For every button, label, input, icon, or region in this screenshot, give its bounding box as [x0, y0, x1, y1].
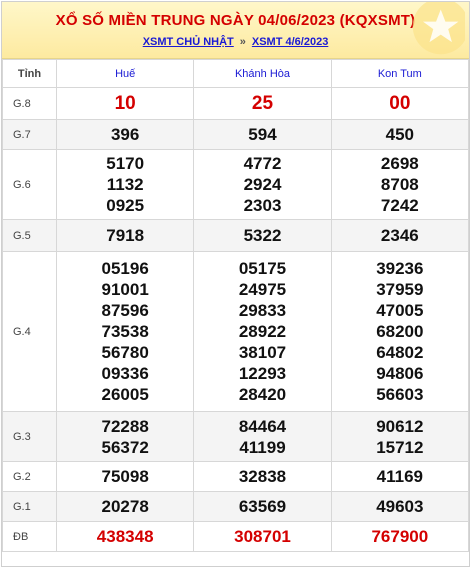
prize-label: G.5	[2, 219, 57, 252]
prize-value: 64802	[376, 343, 424, 362]
prize-value: 396	[110, 125, 140, 144]
prize-value: 00	[389, 92, 411, 114]
prize-row-g3: G.3 72288 56372 84464 41199 90612 15712	[2, 411, 470, 462]
prize-value: 05175	[238, 259, 287, 278]
prize-value: 25	[251, 92, 274, 114]
prize-label: G.1	[2, 491, 57, 522]
province-kon-tum[interactable]: Kon Tum	[330, 59, 470, 88]
results-panel: XỔ SỐ MIỀN TRUNG NGÀY 04/06/2023 (KQXSMT…	[1, 1, 470, 567]
prize-label: G.7	[2, 119, 57, 150]
page-title: XỔ SỐ MIỀN TRUNG NGÀY 04/06/2023 (KQXSMT…	[55, 12, 416, 29]
prize-row-g5: G.5 7918 5322 2346	[2, 219, 470, 252]
prize-value: 5322	[243, 226, 282, 245]
prize-value: 90612	[376, 416, 424, 436]
prize-value: 56780	[101, 343, 149, 362]
prize-value: 8708	[380, 175, 419, 194]
prize-row-g8: G.8 10 25 00	[2, 87, 470, 120]
prize-row-g2: G.2 75098 32838 41169	[2, 461, 470, 492]
prize-value: 7242	[380, 196, 419, 215]
province-khanh-hoa[interactable]: Khánh Hòa	[193, 59, 332, 88]
prize-row-g4: G.4 05196 91001 87596 73538 56780 09336 …	[2, 251, 470, 412]
prize-value: 20278	[101, 497, 149, 516]
table-header-row: Tỉnh Huế Khánh Hòa Kon Tum	[2, 59, 470, 88]
special-prize-value: 308701	[234, 526, 291, 546]
special-prize-value: 767900	[371, 526, 429, 546]
prize-value: 05196	[101, 259, 149, 278]
prize-value: 56372	[101, 437, 149, 457]
prize-value: 24975	[238, 280, 287, 299]
prize-value: 56603	[376, 385, 424, 404]
prize-value: 2698	[380, 154, 419, 173]
prize-row-g6: G.6 5170 1132 0925 4772 2924 2303 2698 8…	[2, 149, 470, 220]
prize-value: 7918	[106, 226, 145, 245]
prize-value: 39236	[376, 259, 424, 278]
prize-value: 12293	[238, 364, 287, 383]
prize-label: G.4	[2, 251, 57, 412]
prize-label: G.8	[2, 87, 57, 120]
prize-label: G.3	[2, 411, 57, 462]
link-xsmt-date[interactable]: XSMT 4/6/2023	[252, 36, 328, 48]
breadcrumb: XSMT CHỦ NHẬT » XSMT 4/6/2023	[2, 36, 469, 48]
prize-value: 4772	[243, 154, 282, 173]
prize-value: 73538	[101, 322, 149, 341]
prize-value: 32838	[238, 467, 287, 486]
prize-value: 68200	[376, 322, 424, 341]
prize-value: 72288	[101, 416, 149, 436]
results-table: Tỉnh Huế Khánh Hòa Kon Tum G.8 10 25 00 …	[2, 59, 470, 552]
prize-value: 63569	[238, 497, 287, 516]
prize-value: 26005	[101, 385, 149, 404]
prize-value: 15712	[376, 437, 424, 457]
prize-value: 2924	[243, 175, 282, 194]
prize-value: 94806	[376, 364, 424, 383]
prize-value: 28420	[238, 385, 287, 404]
results-header: XỔ SỐ MIỀN TRUNG NGÀY 04/06/2023 (KQXSMT…	[2, 2, 469, 59]
prize-value: 2346	[380, 226, 419, 245]
prize-value: 29833	[238, 301, 287, 320]
link-xsmt-chu-nhat[interactable]: XSMT CHỦ NHẬT	[143, 36, 234, 48]
prize-value: 38107	[238, 343, 287, 362]
special-prize-value: 438348	[96, 526, 154, 546]
prize-label: ĐB	[2, 521, 57, 552]
prize-value: 41199	[239, 437, 286, 457]
prize-label: G.6	[2, 149, 57, 220]
prize-value: 1132	[106, 175, 144, 194]
prize-value: 37959	[376, 280, 424, 299]
province-hue[interactable]: Huế	[55, 59, 195, 88]
prize-value: 41169	[376, 467, 423, 486]
column-header-province: Tỉnh	[2, 59, 57, 88]
prize-value: 75098	[101, 467, 149, 486]
prize-row-special: ĐB 438348 308701 767900	[2, 521, 470, 552]
prize-value: 28922	[238, 322, 287, 341]
prize-value: 10	[114, 92, 136, 114]
prize-value: 0925	[106, 196, 145, 215]
prize-row-g1: G.1 20278 63569 49603	[2, 491, 470, 522]
prize-value: 5170	[106, 154, 145, 173]
prize-value: 49603	[376, 497, 424, 516]
prize-value: 450	[385, 125, 415, 144]
prize-label: G.2	[2, 461, 57, 492]
prize-value: 84464	[238, 416, 287, 436]
prize-value: 91001	[101, 280, 149, 299]
star-icon	[412, 2, 465, 55]
prize-value: 47005	[376, 301, 424, 320]
prize-value: 594	[248, 125, 277, 144]
prize-value: 09336	[101, 364, 149, 383]
prize-row-g7: G.7 396 594 450	[2, 119, 470, 150]
prize-value: 2303	[243, 196, 282, 215]
prize-value: 87596	[101, 301, 149, 320]
breadcrumb-separator: »	[239, 36, 246, 48]
